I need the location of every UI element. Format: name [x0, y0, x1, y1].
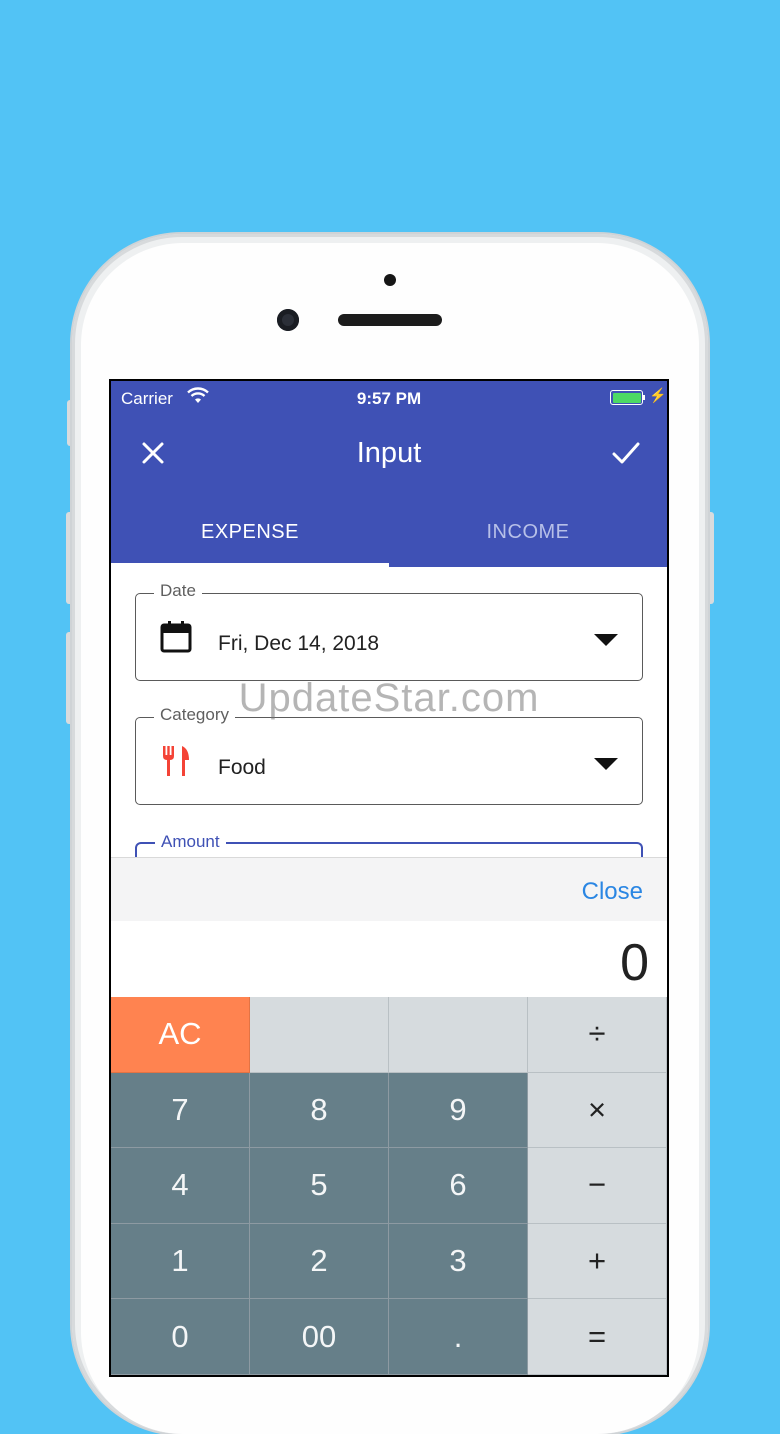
category-field[interactable]: Category Food [135, 705, 643, 805]
date-field-value: Fri, Dec 14, 2018 [218, 632, 380, 655]
keyboard-toolbar: Close [111, 857, 667, 922]
decimal-point-button[interactable]: . [389, 1299, 528, 1375]
minus-button[interactable]: − [528, 1148, 667, 1224]
app-bar: Carrier 9:57 PM ⚡ Input EXPENSE INCOME [111, 381, 667, 567]
power-button [707, 512, 714, 604]
phone-screen: Carrier 9:57 PM ⚡ Input EXPENSE INCOME D [109, 379, 669, 1377]
digit-0-button[interactable]: 0 [111, 1299, 250, 1375]
chevron-down-icon [594, 634, 618, 646]
battery-tip [643, 395, 645, 400]
plus-button[interactable]: + [528, 1223, 667, 1300]
double-zero-button[interactable]: 00 [250, 1299, 389, 1375]
multiply-button[interactable]: × [528, 1072, 667, 1149]
app-screen: Carrier 9:57 PM ⚡ Input EXPENSE INCOME D [111, 381, 667, 1375]
digit-1-button[interactable]: 1 [111, 1223, 250, 1300]
digit-5-button[interactable]: 5 [250, 1148, 389, 1224]
divide-button[interactable]: ÷ [528, 997, 667, 1073]
front-camera [277, 309, 299, 331]
digit-7-button[interactable]: 7 [111, 1072, 250, 1149]
calculator-display-value: 0 [620, 934, 649, 992]
digit-2-button[interactable]: 2 [250, 1223, 389, 1300]
page-title: Input [356, 437, 422, 469]
calculator-keypad: AC ÷ 7 8 9 × 4 5 6 − 1 2 3 + 0 00 . = [111, 997, 667, 1375]
charging-icon: ⚡ [649, 387, 667, 403]
proximity-sensor [384, 274, 396, 286]
digit-6-button[interactable]: 6 [389, 1148, 528, 1224]
date-field[interactable]: Date Fri, Dec 14, 2018 [135, 581, 643, 681]
date-field-label: Date [154, 581, 202, 601]
tab-income[interactable]: INCOME [389, 521, 667, 544]
digit-9-button[interactable]: 9 [389, 1072, 528, 1149]
equals-button[interactable]: = [528, 1299, 667, 1375]
status-time: 9:57 PM [356, 389, 422, 408]
restaurant-icon [160, 744, 192, 783]
chevron-down-icon [594, 758, 618, 770]
tab-indicator [111, 563, 389, 567]
blank-key [250, 997, 389, 1073]
calculator-display: 0 [111, 921, 667, 997]
earpiece-speaker [338, 314, 442, 326]
digit-3-button[interactable]: 3 [389, 1223, 528, 1300]
check-icon[interactable] [611, 439, 641, 467]
digit-8-button[interactable]: 8 [250, 1072, 389, 1149]
amount-field-label: Amount [155, 832, 226, 852]
tab-expense[interactable]: EXPENSE [111, 521, 389, 544]
clear-button[interactable]: AC [111, 997, 250, 1073]
blank-key [389, 997, 528, 1073]
status-bar: Carrier 9:57 PM ⚡ [111, 381, 667, 415]
battery-icon [610, 390, 643, 405]
keyboard-close-button[interactable]: Close [582, 878, 643, 906]
category-field-value: Food [218, 756, 266, 779]
watermark: UpdateStar.com [238, 676, 540, 720]
digit-4-button[interactable]: 4 [111, 1148, 250, 1224]
calendar-icon [160, 620, 192, 659]
